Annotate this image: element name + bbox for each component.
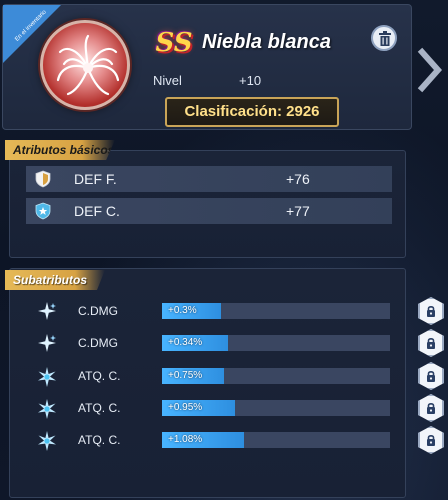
lock-icon xyxy=(427,370,435,382)
item-header-card: En el inventario SS Niebla blanca Nivel … xyxy=(2,4,412,130)
equipment-detail-screen: En el inventario SS Niebla blanca Nivel … xyxy=(0,0,448,500)
sub-attribute-row: ATQ. C. +0.95% xyxy=(36,394,444,422)
sub-attribute-value: +0.3% xyxy=(168,305,197,316)
sub-attribute-label: ATQ. C. xyxy=(78,369,121,383)
lock-icon xyxy=(427,305,435,317)
sub-attribute-bar: +0.95% xyxy=(162,400,390,416)
sub-attribute-value: +0.95% xyxy=(168,402,203,413)
sub-attribute-value: +0.75% xyxy=(168,370,203,381)
attribute-row: DEF F. +76 xyxy=(26,166,392,192)
sub-attribute-row: ATQ. C. +1.08% xyxy=(36,426,444,454)
trash-icon xyxy=(379,31,391,46)
sub-attribute-bar: +0.75% xyxy=(162,368,390,384)
star-burst-icon xyxy=(38,367,56,387)
basic-attributes-title: Atributos básicos xyxy=(5,140,115,160)
level-label: Nivel xyxy=(153,73,182,88)
star-burst-icon xyxy=(38,399,56,419)
shield-half-icon xyxy=(35,170,51,188)
shield-star-icon xyxy=(35,202,51,220)
next-item-button[interactable] xyxy=(416,46,446,94)
attribute-value: +77 xyxy=(286,203,310,219)
sparkle-icon xyxy=(38,302,56,320)
attribute-value: +76 xyxy=(286,171,310,187)
lock-button[interactable] xyxy=(418,394,444,422)
sub-attribute-row: C.DMG +0.34% xyxy=(36,329,444,357)
attribute-label: DEF F. xyxy=(74,171,117,187)
sub-attribute-value: +1.08% xyxy=(168,434,203,445)
sub-attribute-row: C.DMG +0.3% xyxy=(36,297,444,325)
sub-attribute-value: +0.34% xyxy=(168,337,203,348)
lock-button[interactable] xyxy=(418,297,444,325)
sub-attribute-bar: +0.34% xyxy=(162,335,390,351)
sub-attribute-label: ATQ. C. xyxy=(78,433,121,447)
attribute-label: DEF C. xyxy=(74,203,120,219)
level-value: +10 xyxy=(239,73,262,88)
rarity-badge: SS xyxy=(155,28,193,58)
lock-button[interactable] xyxy=(418,362,444,390)
attribute-row: DEF C. +77 xyxy=(26,198,392,224)
lock-icon xyxy=(427,402,435,414)
lock-button[interactable] xyxy=(418,329,444,357)
discard-button[interactable] xyxy=(371,25,397,51)
item-name: Niebla blanca xyxy=(202,31,331,53)
star-burst-icon xyxy=(38,431,56,451)
lock-button[interactable] xyxy=(418,426,444,454)
sub-attribute-bar: +0.3% xyxy=(162,303,390,319)
sub-attribute-label: ATQ. C. xyxy=(78,401,121,415)
sub-attributes-title: Subatributos xyxy=(5,270,105,290)
inventory-ribbon xyxy=(3,5,61,63)
sub-attribute-row: ATQ. C. +0.75% xyxy=(36,362,444,390)
sub-attribute-bar: +1.08% xyxy=(162,432,390,448)
sub-attribute-label: C.DMG xyxy=(78,336,118,350)
sub-attribute-label: C.DMG xyxy=(78,304,118,318)
lock-icon xyxy=(427,337,435,349)
lock-icon xyxy=(427,434,435,446)
rating-box: Clasificación: 2926 xyxy=(165,97,339,127)
chevron-right-icon xyxy=(417,47,443,93)
sparkle-icon xyxy=(38,334,56,352)
